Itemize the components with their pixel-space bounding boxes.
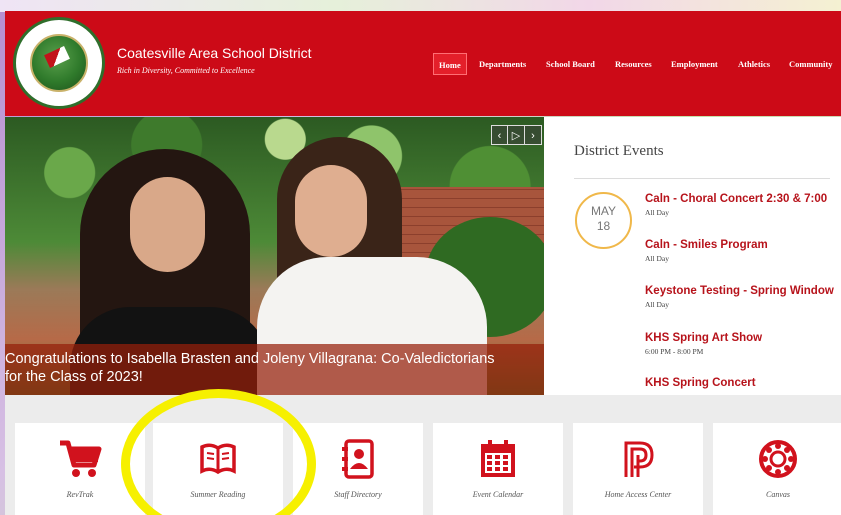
student-right-face xyxy=(295,165,367,257)
event-date-month: MAY xyxy=(590,204,617,218)
quick-link-label: Summer Reading xyxy=(190,490,246,499)
site-header: Coatesville Area School District Rich in… xyxy=(5,11,841,116)
event-title[interactable]: Caln - Smiles Program xyxy=(645,239,768,251)
district-seal-logo[interactable] xyxy=(13,17,105,109)
quick-link-staff-directory[interactable]: Staff Directory xyxy=(293,423,423,515)
nav-community[interactable]: Community xyxy=(789,53,832,75)
quick-links-band: RevTrak Summer Reading Staff Directory E… xyxy=(5,395,841,515)
quick-link-label: Staff Directory xyxy=(334,490,382,499)
event-item: Caln - Choral Concert 2:30 & 7:00 All Da… xyxy=(645,193,827,217)
nav-school-board[interactable]: School Board xyxy=(546,53,595,75)
event-title[interactable]: KHS Spring Art Show xyxy=(645,332,762,344)
prev-slide-button[interactable]: ‹ xyxy=(491,125,508,145)
nav-home[interactable]: Home xyxy=(433,53,467,75)
quick-link-summer-reading[interactable]: Summer Reading xyxy=(153,423,283,515)
quick-link-home-access-center[interactable]: Home Access Center xyxy=(573,423,703,515)
nav-departments[interactable]: Departments xyxy=(479,53,526,75)
event-date-badge: MAY 18 xyxy=(575,192,632,249)
event-time: 6:00 PM - 8:00 PM xyxy=(645,347,704,356)
event-title[interactable]: Keystone Testing - Spring Window xyxy=(645,285,834,297)
cart-icon xyxy=(15,439,145,479)
next-slide-button[interactable]: › xyxy=(525,125,542,145)
nav-employment[interactable]: Employment xyxy=(671,53,718,75)
student-left-face xyxy=(130,177,205,272)
events-title: District Events xyxy=(574,143,664,159)
quick-link-label: RevTrak xyxy=(66,490,94,499)
quick-link-event-calendar[interactable]: Event Calendar xyxy=(433,423,563,515)
quick-link-label: Home Access Center xyxy=(604,490,672,499)
event-item: KHS Spring Art Show 6:00 PM - 8:00 PM xyxy=(645,332,762,356)
event-date-day: 18 xyxy=(596,219,611,233)
district-tagline: Rich in Diversity, Committed to Excellen… xyxy=(117,66,255,75)
book-icon xyxy=(153,439,283,479)
event-time: All Day xyxy=(645,208,669,217)
slide-caption-line2: for the Class of 2023! xyxy=(5,369,143,385)
quick-link-label: Canvas xyxy=(766,490,790,499)
event-title[interactable]: KHS Spring Concert xyxy=(645,377,756,389)
slide-caption-line1: Congratulations to Isabella Brasten and … xyxy=(5,351,495,367)
event-time: All Day xyxy=(645,300,669,309)
district-events-panel: District Events MAY 18 Caln - Choral Con… xyxy=(544,117,841,395)
event-title[interactable]: Caln - Choral Concert 2:30 & 7:00 xyxy=(645,193,827,205)
event-time: All Day xyxy=(645,254,669,263)
event-item: Caln - Smiles Program All Day xyxy=(645,239,768,263)
events-divider xyxy=(574,178,830,179)
event-item: Keystone Testing - Spring Window All Day xyxy=(645,285,834,309)
quick-link-revtrak[interactable]: RevTrak xyxy=(15,423,145,515)
contact-book-icon xyxy=(293,439,423,479)
calendar-icon xyxy=(433,439,563,479)
nav-athletics[interactable]: Athletics xyxy=(738,53,770,75)
powerschool-p-icon xyxy=(573,439,703,479)
district-name[interactable]: Coatesville Area School District xyxy=(117,45,312,61)
event-item: KHS Spring Concert xyxy=(645,377,756,392)
play-button[interactable]: ▷ xyxy=(508,125,525,145)
hero-slideshow[interactable]: ‹ ▷ › Congratulations to Isabella Braste… xyxy=(5,117,544,395)
quick-link-label: Event Calendar xyxy=(472,490,524,499)
canvas-icon xyxy=(713,439,841,479)
nav-resources[interactable]: Resources xyxy=(615,53,652,75)
quick-link-canvas[interactable]: Canvas xyxy=(713,423,841,515)
slideshow-controls: ‹ ▷ › xyxy=(491,125,542,145)
slide-caption[interactable]: Congratulations to Isabella Brasten and … xyxy=(5,344,544,395)
